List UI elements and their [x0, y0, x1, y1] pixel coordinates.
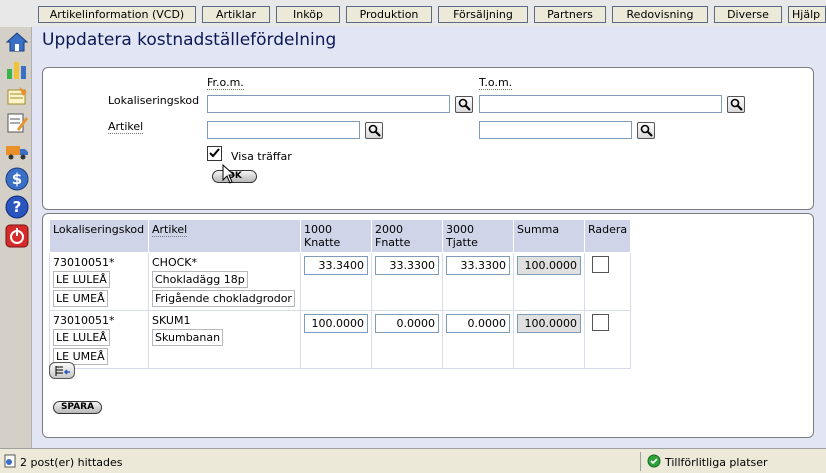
svg-text:$: $ — [12, 170, 22, 188]
row2-article-code: SKUM1 — [152, 314, 191, 327]
header-location: Lokaliseringskod — [49, 219, 149, 253]
table-header-row: Lokaliseringskod Artikel 1000 Knatte 2000… — [49, 219, 632, 253]
save-button-label: SPARA — [60, 402, 95, 412]
status-bar: 2 post(er) hittades Tillförlitliga plats… — [0, 448, 826, 473]
tab-artiklar[interactable]: Artiklar — [202, 6, 270, 23]
from-column-label: Fr.o.m. — [207, 76, 244, 90]
top-navigation: Artikelinformation (VCD) Artiklar Inköp … — [0, 0, 826, 27]
help-icon[interactable]: ? — [5, 195, 29, 219]
tab-hjalp[interactable]: Hjälp — [788, 6, 826, 23]
row2-delete-checkbox[interactable] — [592, 314, 609, 331]
article-from-input[interactable] — [207, 121, 360, 139]
tab-redovisning[interactable]: Redovisning — [612, 6, 708, 23]
row2-sum-field: 100.0000 — [517, 314, 581, 333]
row2-fnatte-input[interactable]: 0.0000 — [375, 314, 439, 333]
notes-icon[interactable] — [5, 84, 29, 108]
show-hits-label: Visa träffar — [231, 150, 292, 163]
row2-location-cell: 73010051* LE LULEÅ LE UMEÅ — [49, 310, 149, 369]
show-hits-checkbox[interactable] — [207, 146, 222, 161]
row1-article-cell: CHOCK* Chokladägg 18p Frigående chokladg… — [148, 252, 301, 311]
page-title: Uppdatera kostnadställefördelning — [42, 30, 337, 50]
row1-location-code: 73010051* — [53, 256, 115, 269]
tab-produktion[interactable]: Produktion — [346, 6, 432, 23]
row2-tjatte-input[interactable]: 0.0000 — [446, 314, 510, 333]
tab-partners[interactable]: Partners — [534, 6, 606, 23]
truck-icon[interactable] — [5, 138, 29, 162]
header-tjatte: 3000 Tjatte — [442, 219, 514, 253]
magnifier-icon — [640, 124, 653, 137]
magnifier-icon — [368, 124, 381, 137]
page-icon — [4, 454, 16, 468]
header-knatte: 1000 Knatte — [300, 219, 372, 253]
tab-diverse[interactable]: Diverse — [714, 6, 782, 23]
article-label: Artikel — [108, 120, 144, 134]
row1-article-code: CHOCK* — [152, 256, 198, 269]
row1-location-sub: LE LULEÅ — [53, 271, 110, 288]
tab-forsaljning[interactable]: Försäljning — [438, 6, 528, 23]
article-to-input[interactable] — [479, 121, 632, 139]
location-from-input[interactable] — [207, 95, 450, 113]
to-column-label: T.o.m. — [479, 76, 513, 90]
header-summa: Summa — [513, 219, 585, 253]
table-row: 73010051* LE LULEÅ LE UMEÅ CHOCK* Chokla… — [49, 252, 632, 311]
save-button[interactable]: SPARA — [53, 401, 102, 414]
main-content: Uppdatera kostnadställefördelning Fr.o.m… — [32, 27, 826, 448]
left-toolbar: $ ? — [0, 27, 32, 448]
row2-article-sub: Skumbanan — [152, 329, 224, 346]
filter-panel: Fr.o.m. T.o.m. Lokaliseringskod Artikel … — [42, 67, 814, 210]
add-row-button[interactable] — [49, 362, 75, 379]
row2-article-cell: SKUM1 Skumbanan — [148, 310, 301, 369]
trusted-sites-icon — [647, 454, 661, 468]
security-zone-text: Tillförlitliga platser — [665, 456, 768, 469]
dollar-icon[interactable]: $ — [5, 167, 29, 191]
article-from-search-button[interactable] — [365, 122, 383, 139]
power-icon[interactable] — [5, 224, 29, 248]
table-row: 73010051* LE LULEÅ LE UMEÅ SKUM1 Skumban… — [49, 310, 632, 369]
checkmark-icon — [209, 148, 220, 158]
status-divider — [640, 452, 641, 471]
row2-knatte-input[interactable]: 100.0000 — [304, 314, 368, 333]
row1-location-cell: 73010051* LE LULEÅ LE UMEÅ — [49, 252, 149, 311]
magnifier-icon — [730, 98, 743, 111]
results-panel: Lokaliseringskod Artikel 1000 Knatte 2000… — [42, 213, 814, 438]
header-fnatte: 2000 Fnatte — [371, 219, 443, 253]
tab-artikelinformation[interactable]: Artikelinformation (VCD) — [38, 6, 196, 23]
article-to-search-button[interactable] — [637, 122, 655, 139]
location-to-input[interactable] — [479, 95, 722, 113]
row2-location-sub: LE LULEÅ — [53, 329, 110, 346]
row1-location-sub: LE UMEÅ — [53, 290, 108, 307]
header-radera: Radera — [583, 219, 632, 253]
location-code-label: Lokaliseringskod — [108, 94, 200, 107]
edit-icon[interactable] — [5, 111, 29, 135]
row1-sum-field: 100.0000 — [517, 256, 581, 275]
row1-tjatte-input[interactable]: 33.3300 — [446, 256, 510, 275]
mouse-cursor-icon — [222, 164, 236, 184]
add-row-icon — [55, 366, 70, 376]
status-text: 2 post(er) hittades — [20, 456, 123, 469]
tab-inkop[interactable]: Inköp — [276, 6, 340, 23]
row1-delete-checkbox[interactable] — [592, 256, 609, 273]
chart-icon[interactable] — [5, 57, 29, 81]
magnifier-icon — [458, 98, 471, 111]
header-article: Artikel — [148, 219, 301, 253]
distribution-table: Lokaliseringskod Artikel 1000 Knatte 2000… — [49, 219, 632, 369]
home-icon[interactable] — [5, 30, 29, 54]
row2-location-code: 73010051* — [53, 314, 115, 327]
location-from-search-button[interactable] — [455, 96, 473, 113]
location-to-search-button[interactable] — [727, 96, 745, 113]
svg-text:?: ? — [13, 198, 22, 216]
row1-article-sub: Frigående chokladgrodor — [152, 290, 295, 307]
row1-knatte-input[interactable]: 33.3400 — [304, 256, 368, 275]
row1-article-sub: Chokladägg 18p — [152, 271, 248, 288]
row1-fnatte-input[interactable]: 33.3300 — [375, 256, 439, 275]
